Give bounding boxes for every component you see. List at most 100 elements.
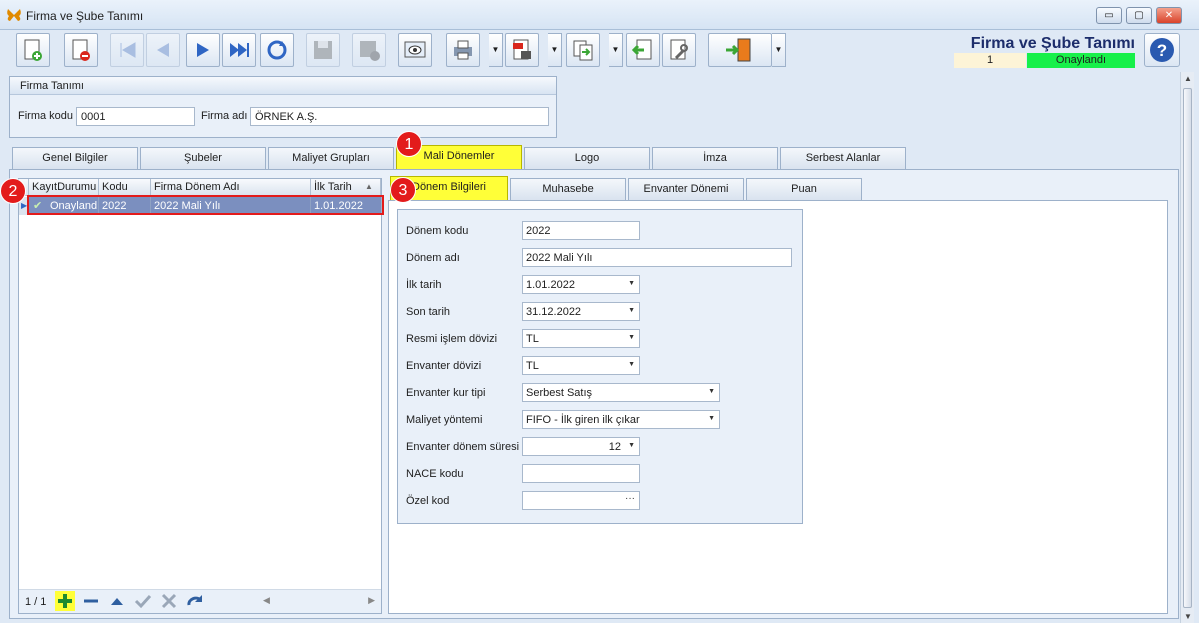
last-record-button[interactable] bbox=[222, 33, 256, 67]
row-highlight-box bbox=[27, 195, 384, 215]
dropdown-arrow-icon: ▼ bbox=[708, 388, 715, 395]
inventory-currency-label: Envanter dövizi bbox=[406, 360, 482, 372]
inventory-period-value: 12 bbox=[608, 441, 621, 453]
end-date-label: Son tarih bbox=[406, 306, 451, 318]
inventory-currency-select[interactable]: TL ▼ bbox=[522, 356, 640, 375]
firm-name-label: Firma adı bbox=[201, 110, 248, 122]
inventory-period-select[interactable]: 12 ▼ bbox=[522, 437, 640, 456]
next-record-button[interactable] bbox=[186, 33, 220, 67]
delete-record-button[interactable] bbox=[64, 33, 98, 67]
dropdown-arrow-icon: ▼ bbox=[628, 280, 635, 287]
annotation-badge-3: 3 bbox=[390, 177, 416, 203]
scroll-thumb[interactable] bbox=[1183, 88, 1192, 608]
period-name-input[interactable]: 2022 Mali Yılı bbox=[522, 248, 792, 267]
close-button[interactable]: ✕ bbox=[1156, 7, 1182, 24]
annotation-badge-1: 1 bbox=[396, 131, 422, 157]
grid-header-code[interactable]: Kodu bbox=[99, 179, 151, 196]
export-pdf-button[interactable] bbox=[505, 33, 539, 67]
ellipsis-button[interactable]: ··· bbox=[625, 493, 635, 504]
exit-button[interactable] bbox=[708, 33, 772, 67]
official-currency-value: TL bbox=[526, 333, 539, 345]
exit-dropdown[interactable]: ▼ bbox=[772, 33, 786, 67]
first-icon bbox=[120, 42, 136, 58]
refresh-row-button[interactable] bbox=[185, 591, 205, 611]
window-title: Firma ve Şube Tanımı bbox=[26, 9, 144, 23]
firm-group: Firma Tanımı Firma kodu 0001 Firma adı Ö… bbox=[9, 76, 557, 138]
end-date-picker[interactable]: 31.12.2022 ▼ bbox=[522, 302, 640, 321]
sort-up-icon: ▲ bbox=[365, 182, 373, 191]
subtab-envanter-donemi[interactable]: Envanter Dönemi bbox=[628, 178, 744, 200]
inventory-period-label: Envanter dönem süresi bbox=[406, 441, 520, 453]
grid-header-name[interactable]: Firma Dönem Adı bbox=[151, 179, 311, 196]
cost-method-select[interactable]: FIFO - İlk giren ilk çıkar ▼ bbox=[522, 410, 720, 429]
exit-door-icon bbox=[726, 38, 751, 62]
grid-navigator: 1 / 1 ◀ ▶ bbox=[19, 589, 381, 613]
transfer-button[interactable] bbox=[566, 33, 600, 67]
grid-header-status[interactable]: KayıtDurumu bbox=[29, 179, 99, 196]
refresh-button[interactable] bbox=[260, 33, 294, 67]
help-icon: ? bbox=[1150, 38, 1174, 62]
settings-button[interactable] bbox=[662, 33, 696, 67]
nace-code-input[interactable] bbox=[522, 464, 640, 483]
tab-serbest-alanlar[interactable]: Serbest Alanlar bbox=[780, 147, 906, 169]
preview-button[interactable] bbox=[398, 33, 432, 67]
print-dropdown[interactable]: ▼ bbox=[489, 33, 503, 67]
redo-icon bbox=[187, 595, 203, 606]
transfer-dropdown[interactable]: ▼ bbox=[609, 33, 623, 67]
tab-imza[interactable]: İmza bbox=[652, 147, 778, 169]
subtab-puan[interactable]: Puan bbox=[746, 178, 862, 200]
svg-text:?: ? bbox=[1157, 41, 1167, 60]
horizontal-scrollbar[interactable]: ◀ ▶ bbox=[259, 594, 379, 610]
save-button[interactable] bbox=[306, 33, 340, 67]
rate-type-select[interactable]: Serbest Satış ▼ bbox=[522, 383, 720, 402]
scroll-left-icon: ◀ bbox=[263, 595, 270, 605]
print-button[interactable] bbox=[446, 33, 480, 67]
vertical-scrollbar[interactable]: ▲ ▼ bbox=[1180, 72, 1194, 623]
new-document-icon bbox=[24, 39, 42, 61]
save-close-icon bbox=[360, 41, 380, 61]
transfer-icon bbox=[573, 40, 593, 61]
export-dropdown[interactable]: ▼ bbox=[548, 33, 562, 67]
dropdown-arrow-icon: ▼ bbox=[708, 415, 715, 422]
official-currency-select[interactable]: TL ▼ bbox=[522, 329, 640, 348]
record-number: 1 bbox=[954, 53, 1026, 68]
tab-logo[interactable]: Logo bbox=[524, 147, 650, 169]
new-record-button[interactable] bbox=[16, 33, 50, 67]
tab-genel-bilgiler[interactable]: Genel Bilgiler bbox=[12, 147, 138, 169]
firm-name-input[interactable]: ÖRNEK A.Ş. bbox=[250, 107, 549, 126]
dropdown-arrow-icon: ▼ bbox=[628, 361, 635, 368]
remove-row-button[interactable] bbox=[81, 591, 101, 611]
special-code-input[interactable]: ··· bbox=[522, 491, 640, 510]
scroll-down-icon: ▼ bbox=[1184, 612, 1192, 621]
minus-icon bbox=[84, 599, 98, 603]
rate-type-label: Envanter kur tipi bbox=[406, 387, 486, 399]
rate-type-value: Serbest Satış bbox=[526, 387, 593, 399]
first-record-button[interactable] bbox=[110, 33, 144, 67]
tab-subeler[interactable]: Şubeler bbox=[140, 147, 266, 169]
pager-text: 1 / 1 bbox=[25, 596, 47, 608]
dropdown-arrow-icon: ▼ bbox=[628, 334, 635, 341]
wrench-icon bbox=[670, 39, 688, 60]
tab-maliyet-gruplari[interactable]: Maliyet Grupları bbox=[268, 147, 394, 169]
checkmark-icon bbox=[134, 594, 152, 609]
cancel-row-button[interactable] bbox=[159, 591, 179, 611]
firm-group-title: Firma Tanımı bbox=[10, 77, 556, 95]
help-button[interactable]: ? bbox=[1144, 33, 1180, 67]
previous-icon bbox=[157, 43, 169, 57]
add-row-button[interactable] bbox=[55, 591, 75, 611]
arrow-up-icon bbox=[111, 598, 123, 605]
previous-record-button[interactable] bbox=[146, 33, 180, 67]
period-code-input[interactable]: 2022 bbox=[522, 221, 640, 240]
minimize-button[interactable]: ▭ bbox=[1096, 7, 1122, 24]
import-button[interactable] bbox=[626, 33, 660, 67]
maximize-button[interactable]: ▢ bbox=[1126, 7, 1152, 24]
butterfly-icon bbox=[7, 9, 21, 21]
start-date-picker[interactable]: 1.01.2022 ▼ bbox=[522, 275, 640, 294]
subtab-muhasebe[interactable]: Muhasebe bbox=[510, 178, 626, 200]
confirm-row-button[interactable] bbox=[133, 591, 153, 611]
firm-code-input[interactable]: 0001 bbox=[76, 107, 195, 126]
save-close-button[interactable] bbox=[352, 33, 386, 67]
start-date-label: İlk tarih bbox=[406, 279, 442, 291]
move-up-button[interactable] bbox=[107, 591, 127, 611]
special-code-label: Özel kod bbox=[406, 495, 450, 507]
